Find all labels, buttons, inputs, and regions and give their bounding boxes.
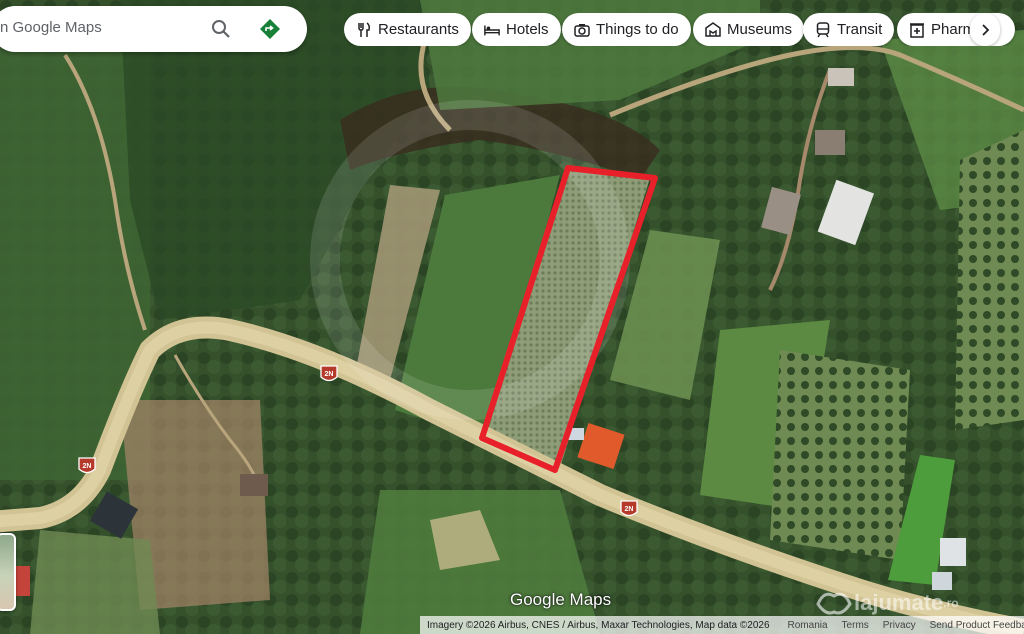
watermark-suffix: .ro xyxy=(943,596,959,610)
svg-text:2N: 2N xyxy=(625,506,634,513)
google-maps-logo: Google Maps xyxy=(510,590,612,609)
layers-toggle[interactable] xyxy=(0,533,16,611)
feedback-link[interactable]: Send Product Feedback xyxy=(930,620,1024,631)
orchard-right xyxy=(770,350,910,560)
svg-text:2N: 2N xyxy=(325,371,334,378)
museum-icon xyxy=(705,22,721,38)
bed-icon xyxy=(484,22,500,38)
category-chips: Restaurants Hotels Things to do Museums … xyxy=(344,13,1024,46)
chip-label: Pharm xyxy=(931,21,976,38)
chip-transit[interactable]: Transit xyxy=(803,13,895,46)
road-shield-icon: 2N xyxy=(78,457,96,474)
chip-label: Hotels xyxy=(506,21,549,38)
search-input[interactable]: n Google Maps xyxy=(0,19,102,36)
building xyxy=(815,130,845,155)
train-icon xyxy=(815,21,831,38)
chip-label: Museums xyxy=(727,21,793,38)
chip-label: Things to do xyxy=(596,21,679,38)
terms-link[interactable]: Terms xyxy=(842,620,869,631)
camera-icon xyxy=(574,22,590,38)
satellite-map[interactable]: 2N 2N 2N xyxy=(0,0,1024,634)
lajumate-logo-icon xyxy=(816,592,852,615)
chips-next-button[interactable] xyxy=(970,13,1000,46)
building xyxy=(940,538,966,566)
pharmacy-icon xyxy=(909,22,925,38)
chip-label: Restaurants xyxy=(378,21,459,38)
chip-label: Transit xyxy=(837,21,883,38)
watermark-text: lajumate xyxy=(854,590,944,615)
road-shield-icon: 2N xyxy=(320,365,338,382)
chip-museums[interactable]: Museums xyxy=(693,13,805,46)
chevron-right-icon xyxy=(982,23,990,36)
search-box[interactable]: n Google Maps xyxy=(0,6,307,52)
search-icon[interactable] xyxy=(207,15,235,43)
imagery-credit: Imagery ©2026 Airbus, CNES / Airbus, Max… xyxy=(427,619,770,631)
orchard-far-right xyxy=(955,130,1024,430)
fork-knife-icon xyxy=(356,21,372,38)
road-shield-icon: 2N xyxy=(620,500,638,517)
field-lower-left xyxy=(30,530,160,634)
building xyxy=(828,68,854,86)
chip-restaurants[interactable]: Restaurants xyxy=(344,13,471,46)
svg-text:2N: 2N xyxy=(83,463,92,470)
chip-things-to-do[interactable]: Things to do xyxy=(562,13,691,46)
region-link[interactable]: Romania xyxy=(788,620,828,631)
directions-icon[interactable] xyxy=(256,15,284,43)
building xyxy=(240,474,268,496)
chip-hotels[interactable]: Hotels xyxy=(472,13,561,46)
site-watermark: lajumate .ro xyxy=(814,586,959,620)
privacy-link[interactable]: Privacy xyxy=(883,620,916,631)
